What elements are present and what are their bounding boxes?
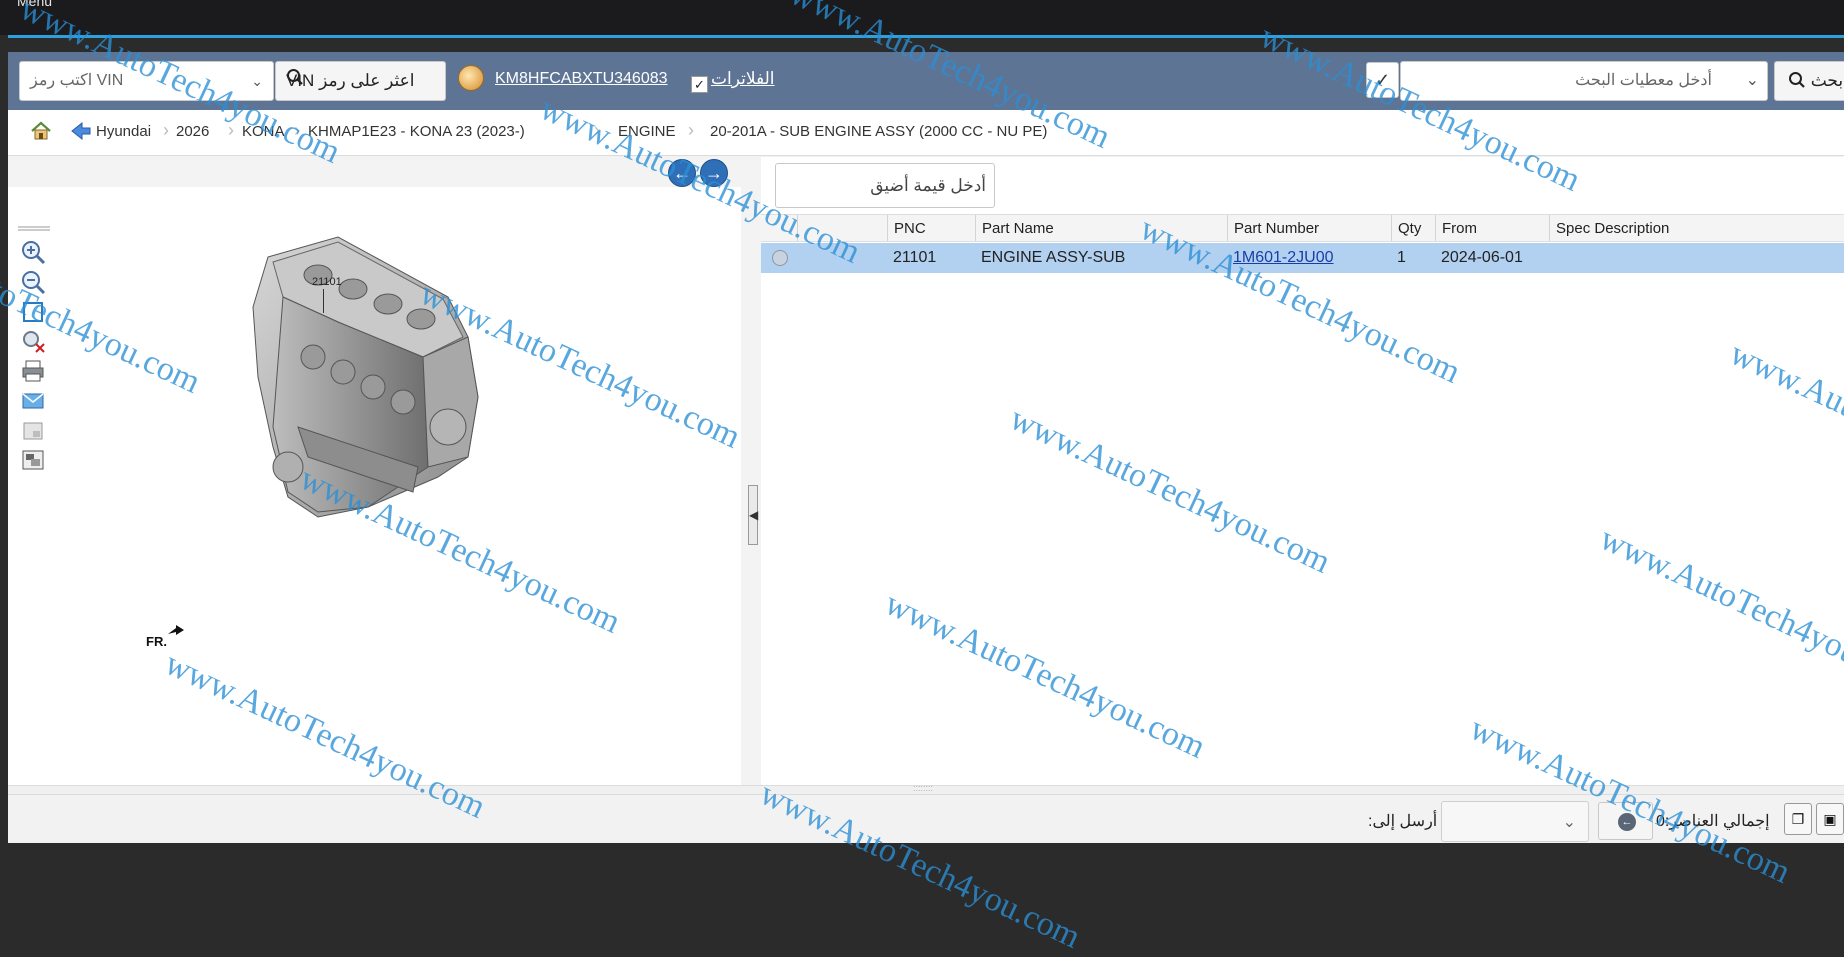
col-blank (797, 215, 887, 241)
send-to-label: أرسل إلى: (1368, 813, 1438, 830)
filters-checkbox[interactable]: ✓ (691, 76, 708, 93)
diagram-toolbar (14, 225, 52, 505)
collapse-handle[interactable]: ◀ (748, 485, 758, 545)
col-select (761, 215, 797, 241)
chevron-down-icon[interactable]: ⌄ (251, 62, 263, 100)
vin-link[interactable]: KM8HFCABXTU346083 (495, 70, 668, 88)
fit-icon[interactable] (20, 299, 46, 325)
cell-part-number: 1M601-2JU00 (1227, 243, 1334, 273)
chevron-down-icon[interactable]: ⌄ (1746, 62, 1759, 100)
vin-globe-icon (458, 65, 484, 91)
status-nav-button[interactable]: ← (1598, 802, 1653, 840)
breadcrumb-item[interactable]: ENGINE (618, 123, 676, 140)
status-bar: أرسل إلى: ⌄ ← إجمالي العناصر:0 ❐ ▣ (8, 794, 1844, 843)
search-button[interactable]: ابحث (1774, 61, 1844, 101)
filters-label[interactable]: الفلاترات (711, 69, 774, 89)
row-expand-icon[interactable] (772, 250, 788, 266)
chevron-down-icon[interactable]: ⌄ (1563, 812, 1576, 832)
search-button-label: ابحث (1810, 71, 1844, 90)
narrow-filter-placeholder: أدخل قيمة أضيق (870, 176, 986, 195)
reset-zoom-icon[interactable] (20, 328, 46, 354)
search-input[interactable]: أدخل معطيات البحث ⌄ (1400, 61, 1768, 101)
col-header-spec[interactable]: Spec Description (1549, 215, 1844, 241)
top-toolbar: اكتب رمز VIN ⌄ اعثر على رمز VIN KM8HFCAB… (8, 52, 1844, 110)
send-to-select[interactable]: ⌄ (1441, 801, 1589, 842)
breadcrumb-item[interactable]: KHMAP1E23 - KONA 23 (2023-) (308, 123, 525, 140)
search-icon (286, 62, 304, 100)
email-icon[interactable] (20, 388, 46, 414)
cell-from: 2024-06-01 (1441, 249, 1523, 266)
parts-table-header: PNC Part Name Part Number Qty From Spec … (761, 214, 1844, 242)
find-vin-button[interactable]: اعثر على رمز VIN (275, 61, 446, 101)
find-vin-label: اعثر على رمز VIN (286, 71, 415, 90)
maximize-window-icon[interactable]: ▣ (1816, 803, 1844, 835)
chevron-right-icon: › (163, 120, 169, 140)
print-icon[interactable] (20, 358, 46, 384)
chevron-right-icon: › (688, 120, 694, 140)
col-header-qty[interactable]: Qty (1391, 215, 1435, 241)
horizontal-splitter[interactable]: :::::::: (8, 783, 1844, 794)
image-icon[interactable] (20, 418, 46, 444)
vin-input[interactable]: اكتب رمز VIN ⌄ (19, 61, 274, 101)
export-icon[interactable] (20, 447, 46, 473)
accent-line (8, 35, 1844, 38)
zoom-in-icon[interactable] (20, 239, 46, 265)
drag-grip-icon[interactable]: :::::::: (913, 783, 933, 793)
callout-line (323, 289, 324, 313)
title-bar: Menu (0, 0, 1844, 35)
pane-splitter[interactable]: ◀ (741, 157, 761, 785)
direction-label: FR. (146, 634, 167, 649)
chevron-right-icon: › (228, 120, 234, 140)
breadcrumb-item[interactable]: KONA (242, 123, 285, 140)
engine-diagram-image[interactable] (218, 227, 518, 557)
search-filter-checkbox[interactable]: ✓ (1366, 62, 1399, 98)
parts-pane: أدخل قيمة أضيق PNC Part Name Part Number… (761, 157, 1844, 785)
narrow-filter-input[interactable]: أدخل قيمة أضيق (775, 163, 995, 208)
zoom-out-icon[interactable] (20, 269, 46, 295)
toolbar-handle-icon (18, 226, 50, 231)
col-header-part-name[interactable]: Part Name (975, 215, 1227, 241)
search-input-placeholder: أدخل معطيات البحث (1575, 72, 1712, 89)
vin-input-placeholder: اكتب رمز VIN (30, 72, 124, 89)
search-icon (1789, 72, 1805, 88)
cell-pnc: 21101 (893, 249, 937, 266)
back-arrow-icon[interactable] (70, 121, 92, 141)
chevron-right-icon: › (594, 120, 600, 140)
cell-qty: 1 (1397, 249, 1406, 266)
cell-part-name: ENGINE ASSY-SUB (981, 249, 1126, 266)
col-header-part-number[interactable]: Part Number (1227, 215, 1391, 241)
home-icon[interactable] (30, 120, 52, 142)
part-number-link[interactable]: 1M601-2JU00 (1233, 249, 1334, 266)
breadcrumb-item-current: 20-201A - SUB ENGINE ASSY (2000 CC - NU … (710, 123, 1048, 140)
callout-label[interactable]: 21101 (312, 276, 342, 288)
app-window: اكتب رمز VIN ⌄ اعثر على رمز VIN KM8HFCAB… (8, 52, 1844, 843)
breadcrumb: Hyundai › 2026 › KONA › KHMAP1E23 - KONA… (8, 110, 1844, 156)
col-header-pnc[interactable]: PNC (887, 215, 975, 241)
breadcrumb-item[interactable]: Hyundai (96, 123, 151, 140)
col-header-from[interactable]: From (1435, 215, 1549, 241)
prev-arrow-icon[interactable]: ← (668, 159, 696, 187)
total-items: إجمالي العناصر:0 (1656, 813, 1770, 830)
restore-window-icon[interactable]: ❐ (1784, 803, 1812, 835)
chevron-right-icon: › (294, 120, 300, 140)
next-arrow-icon[interactable]: → (700, 159, 728, 187)
breadcrumb-item[interactable]: 2026 (176, 123, 209, 140)
table-row[interactable]: 21101 ENGINE ASSY-SUB 1M601-2JU00 1 2024… (761, 243, 1844, 273)
nav-arrow-icon: ← (1618, 813, 1636, 831)
cell-spec (1549, 243, 1555, 273)
menu-label[interactable]: Menu (17, 0, 52, 9)
front-arrow-icon (168, 625, 184, 635)
